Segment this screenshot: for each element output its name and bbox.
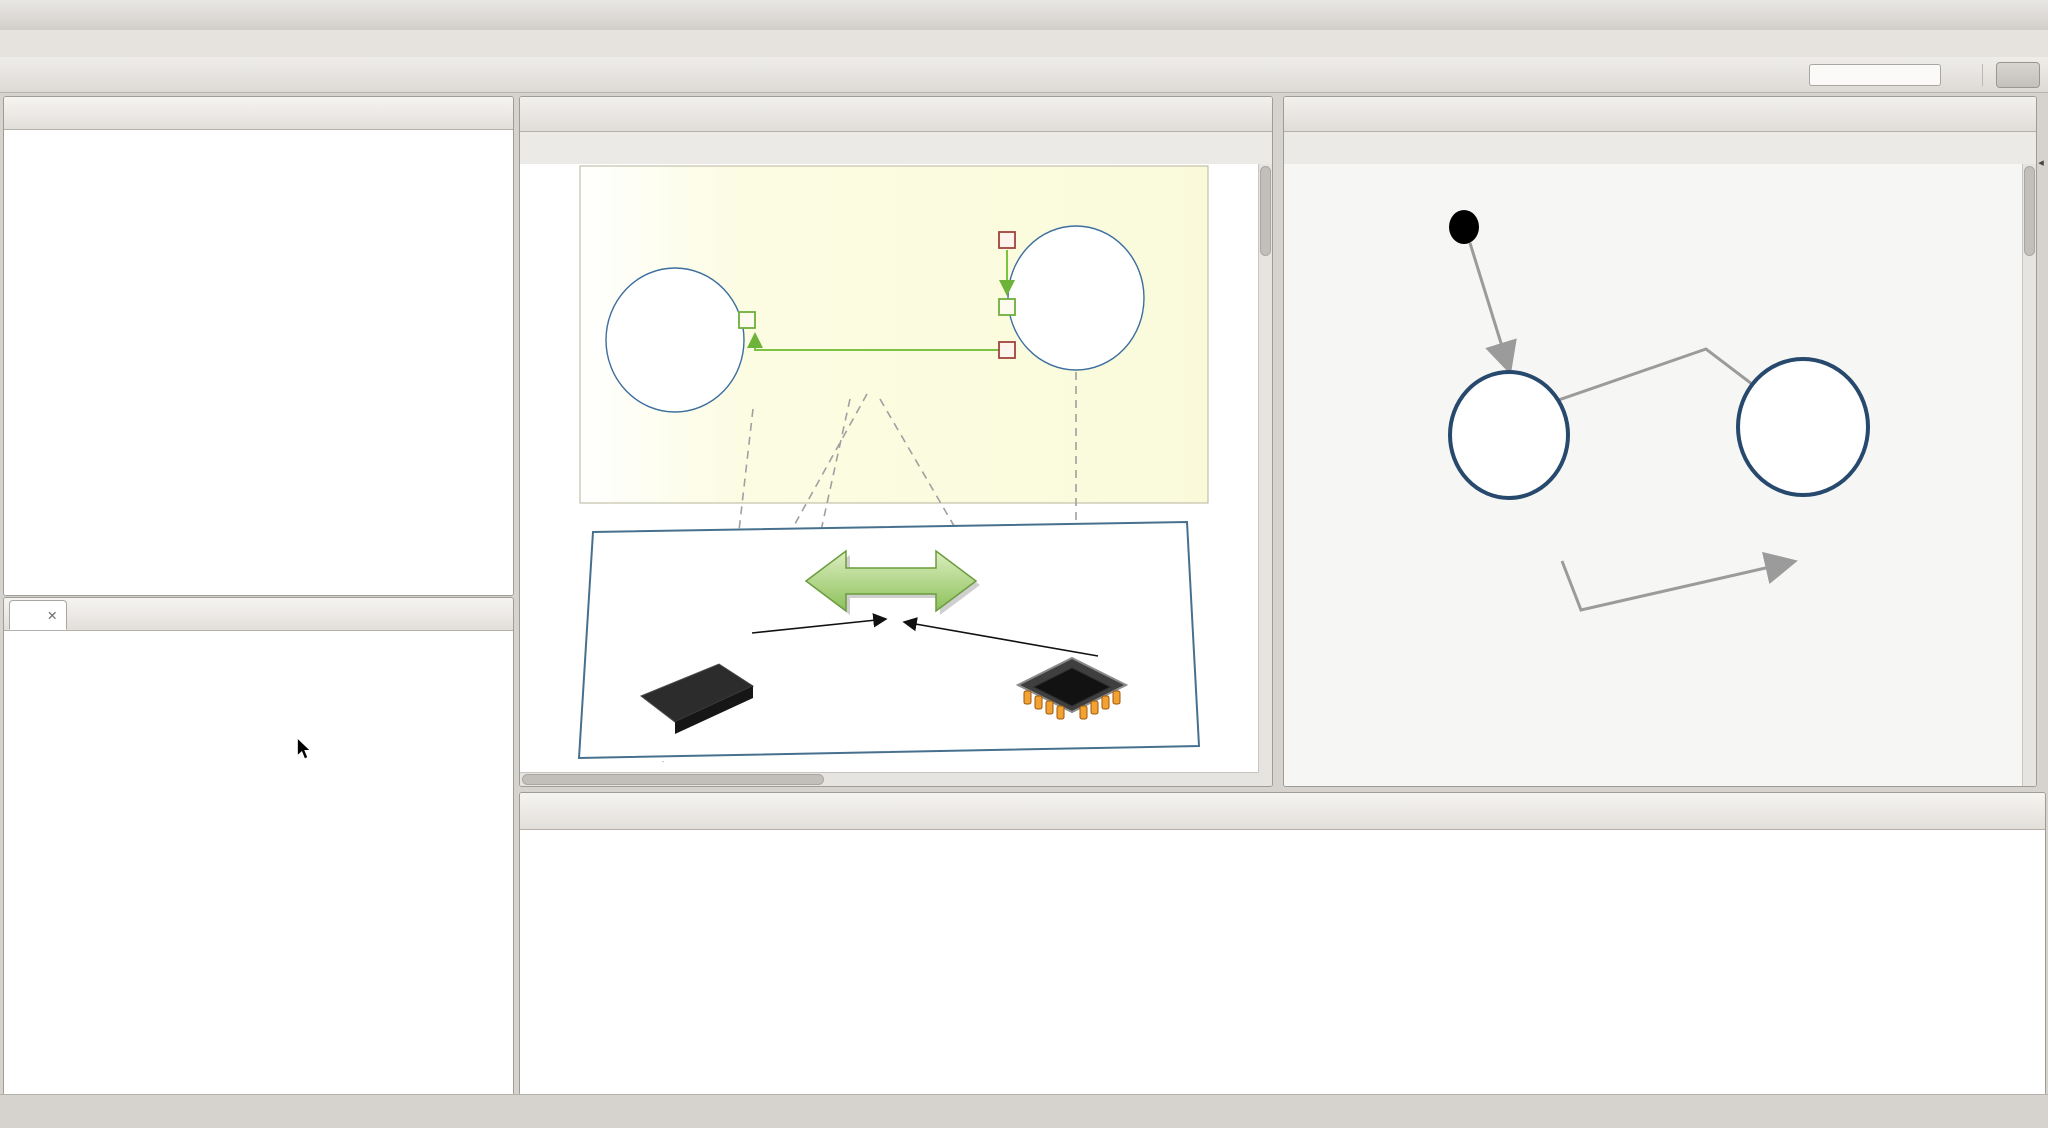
horizontal-scrollbar[interactable] [520,772,1259,786]
close-icon[interactable]: ✕ [47,608,57,623]
transition-selectcoffee[interactable] [1562,561,1792,610]
maximize-button[interactable] [1986,5,2008,25]
xdsml-perspective-icon [2006,65,2025,84]
platform-box[interactable] [579,522,1199,758]
gemoc-studio-window: { "window": { "title": "xDSML - platform… [0,0,2048,1127]
minimize-button[interactable] [1954,5,1976,25]
app-icon [10,6,29,25]
minimized-view-bar: ◂ [2036,96,2046,276]
quick-access-input[interactable] [1809,64,1941,86]
project-explorer-view [3,96,514,596]
state-locked[interactable] [1450,372,1568,498]
close-button[interactable] [2018,5,2040,25]
engine-list [4,631,513,1095]
main-toolbar [0,57,2048,93]
coffeecoin-editor [1283,96,2037,787]
vertical-scrollbar[interactable] [2022,164,2036,786]
coffeecoin-canvas[interactable] [1284,164,2023,786]
menubar [0,30,2048,58]
perspective-xdsml-button[interactable] [1996,62,2040,88]
tab-gemoc-engines-status[interactable]: ✕ [9,600,67,630]
restore-view-icon[interactable]: ◂ [2038,156,2044,169]
outline-view-icon[interactable] [2035,181,2047,193]
actor-releaseCoffee[interactable] [606,268,744,412]
initial-state-dot[interactable] [1449,210,1479,244]
output-port[interactable] [999,299,1015,315]
gemoc-icon [19,608,34,623]
sigpml-editor [519,96,1273,787]
output-port[interactable] [739,312,755,328]
actor-selectCoffee[interactable] [1008,226,1144,370]
state-unlocked[interactable] [1738,359,1868,495]
project-tree [4,130,513,595]
open-perspective-icon[interactable] [1950,65,1969,84]
logical-steps-tree [520,830,2045,1095]
titlebar [0,0,2048,31]
input-port[interactable] [999,232,1015,248]
vertical-scrollbar[interactable] [1258,164,1272,786]
sigpml-canvas[interactable] [520,164,1259,773]
bottom-views-panel [519,792,2046,1096]
gemoc-engines-status-view: ✕ [3,597,514,1096]
status-bar [0,1094,2048,1128]
mouse-cursor [294,738,314,760]
init-transition[interactable] [1470,243,1509,369]
input-port[interactable] [999,342,1015,358]
